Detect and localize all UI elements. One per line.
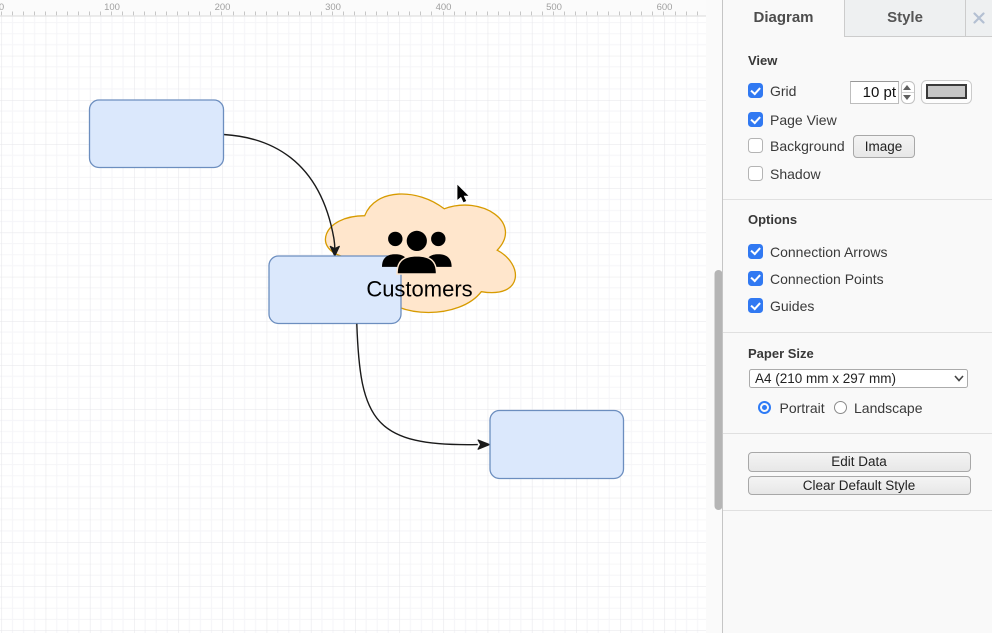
svg-text:100: 100: [104, 2, 120, 13]
svg-text:0: 0: [0, 2, 4, 13]
svg-text:400: 400: [436, 2, 452, 13]
svg-text:300: 300: [325, 2, 341, 13]
svg-text:200: 200: [215, 2, 231, 13]
svg-text:600: 600: [657, 2, 673, 13]
svg-text:Customers: Customers: [366, 277, 472, 302]
svg-text:500: 500: [546, 2, 562, 13]
